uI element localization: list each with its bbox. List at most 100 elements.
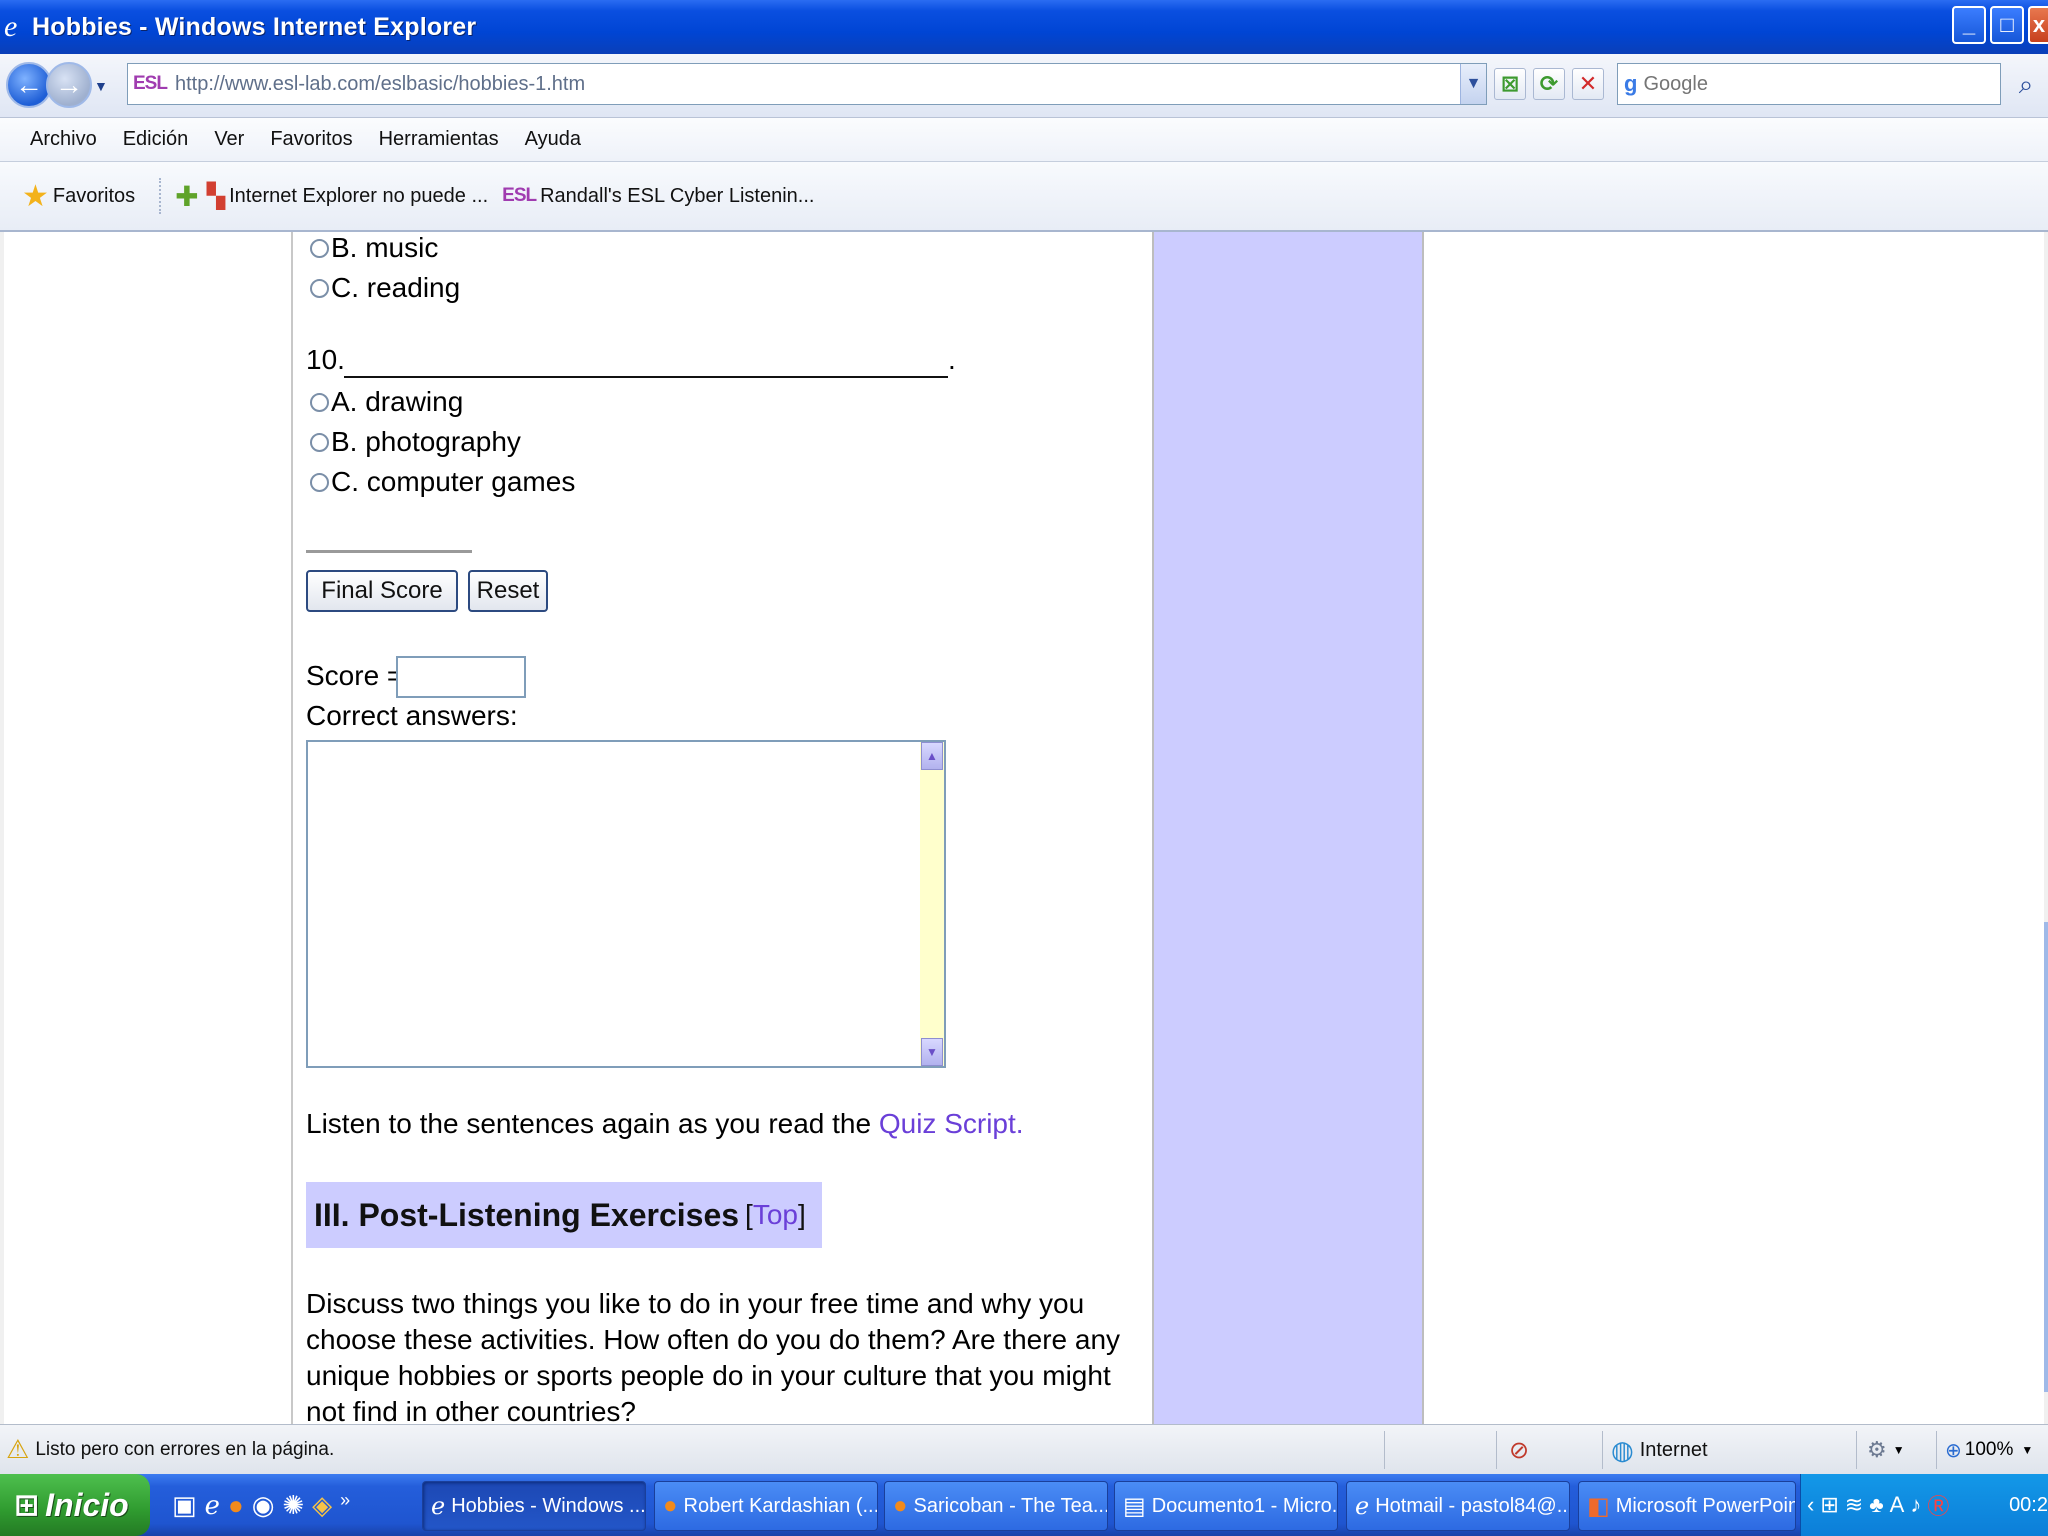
search-input[interactable] (1643, 72, 1964, 96)
favorite-page-icon: ▚ (206, 182, 226, 210)
refresh-icon[interactable]: ⟳ (1533, 68, 1565, 100)
start-button[interactable]: ⊞ Inicio (0, 1474, 150, 1536)
task-hobbies[interactable]: ℯ Hobbies - Windows ... (422, 1481, 646, 1531)
option-label: B. photography (331, 426, 521, 457)
option-label: C. computer games (331, 466, 576, 497)
listen-prefix: Listen to the sentences again as you rea… (306, 1108, 879, 1139)
powerpoint-task-icon: ◧ (1587, 1492, 1610, 1520)
quicklaunch-overflow-icon[interactable]: » (340, 1490, 350, 1521)
q9-option-b[interactable]: B. music (310, 232, 438, 264)
zoom-dropdown-icon[interactable]: ▼ (2021, 1443, 2033, 1457)
volume-icon[interactable]: ♪ (1910, 1492, 1921, 1518)
show-desktop-icon[interactable]: ▣ (172, 1490, 197, 1521)
task-label: Microsoft PowerPoin... (1615, 1494, 1796, 1517)
radio-button[interactable] (310, 432, 329, 452)
firefox-quicklaunch-icon[interactable]: ● (228, 1490, 244, 1521)
task-robert-kardashian[interactable]: ● Robert Kardashian (... (654, 1481, 878, 1531)
add-favorite-icon[interactable]: ✚ (175, 180, 198, 213)
messenger-icon[interactable]: ✺ (282, 1490, 304, 1521)
media-player-icon[interactable]: ◉ (252, 1490, 275, 1521)
navigation-bar: ← → ▼ ESL http://www.esl-lab.com/eslbasi… (0, 54, 2048, 118)
task-label: Hobbies - Windows ... (451, 1494, 646, 1517)
scroll-down-icon[interactable]: ▼ (921, 1038, 943, 1066)
minimize-button[interactable]: _ (1952, 6, 1986, 44)
radio-button[interactable] (310, 392, 329, 412)
task-label: Documento1 - Micro... (1151, 1494, 1338, 1517)
status-cell-protected[interactable]: ⚙ ▼ (1856, 1431, 1936, 1469)
option-label: C. reading (331, 272, 461, 303)
zoom-level[interactable]: 100% (1965, 1439, 2014, 1461)
warning-icon[interactable]: ⚠ (6, 1434, 29, 1465)
scroll-up-icon[interactable]: ▲ (921, 742, 943, 770)
reset-button[interactable]: Reset (468, 570, 548, 612)
q10-option-b[interactable]: B. photography (310, 426, 521, 458)
q9-option-c[interactable]: C. reading (310, 272, 460, 304)
score-field[interactable] (396, 656, 526, 698)
close-button[interactable]: x (2028, 6, 2048, 44)
maximize-button[interactable]: □ (1990, 6, 2024, 44)
reader-tray-icon[interactable]: Ⓡ (1927, 1489, 1949, 1521)
top-link-wrapper: [Top] (745, 1199, 806, 1231)
clock[interactable]: 00:2 (2009, 1494, 2048, 1517)
address-url[interactable]: http://www.esl-lab.com/eslbasic/hobbies-… (175, 73, 585, 96)
title-bar[interactable]: e Hobbies - Windows Internet Explorer _ … (0, 0, 2048, 54)
favorites-button-label[interactable]: Favoritos (53, 185, 135, 208)
menu-edicion[interactable]: Edición (121, 124, 191, 155)
antivirus-icon[interactable]: ♣ (1869, 1492, 1883, 1518)
favorite-link-randalls[interactable]: Randall's ESL Cyber Listenin... (540, 185, 814, 208)
menu-ayuda[interactable]: Ayuda (523, 124, 583, 155)
window-title: Hobbies - Windows Internet Explorer (32, 12, 477, 41)
globe-icon: ◍ (1611, 1434, 1634, 1465)
zoom-control[interactable]: ⊕ 100% ▼ (1936, 1431, 2048, 1469)
stop-icon[interactable]: ✕ (1572, 68, 1604, 100)
compatibility-view-icon[interactable]: ⊠ (1494, 68, 1526, 100)
task-documento1[interactable]: ▤ Documento1 - Micro... (1114, 1481, 1338, 1531)
menu-archivo[interactable]: Archivo (28, 124, 99, 155)
quiz-script-link[interactable]: Quiz Script. (879, 1108, 1024, 1139)
task-saricoban[interactable]: ● Saricoban - The Tea... (884, 1481, 1108, 1531)
windows-logo-icon: ⊞ (14, 1488, 40, 1522)
q10-option-c[interactable]: C. computer games (310, 466, 575, 498)
chevron-down-icon[interactable]: ▼ (1893, 1443, 1905, 1457)
radio-button[interactable] (310, 278, 329, 298)
wireless-icon[interactable]: ≋ (1845, 1492, 1863, 1518)
history-dropdown-icon[interactable]: ▼ (94, 78, 108, 94)
menu-favoritos[interactable]: Favoritos (268, 124, 354, 155)
menu-herramientas[interactable]: Herramientas (377, 124, 501, 155)
score-label: Score = (306, 660, 404, 691)
menu-ver[interactable]: Ver (212, 124, 246, 155)
horizontal-rule (306, 550, 472, 553)
tray-collapse-icon[interactable]: ‹ (1807, 1492, 1814, 1518)
ie-task-icon: ℯ (431, 1492, 446, 1520)
forward-arrow-icon: → (55, 69, 83, 100)
page-scrollbar-thumb[interactable] (2044, 922, 2048, 1392)
textarea-scrollbar[interactable]: ▲ ▼ (920, 742, 944, 1066)
discussion-paragraph: Discuss two things you like to do in you… (306, 1288, 1121, 1424)
favorite-link-ie-error[interactable]: Internet Explorer no puede ... (229, 185, 488, 208)
favorites-star-icon[interactable]: ★ (22, 179, 49, 214)
protected-mode-icon[interactable]: ⚙ (1867, 1437, 1887, 1463)
ie-quicklaunch-icon[interactable]: ℯ (205, 1490, 220, 1521)
privacy-report-icon[interactable]: ⊘ (1509, 1436, 1529, 1465)
page-viewport[interactable]: B. music C. reading 10. . A. drawing B. … (0, 232, 2048, 1424)
app-quicklaunch-icon[interactable]: ◈ (312, 1490, 332, 1521)
top-link[interactable]: Top (753, 1199, 798, 1230)
address-dropdown-icon[interactable]: ▼ (1460, 64, 1486, 104)
final-score-button[interactable]: Final Score (306, 570, 458, 612)
status-cell-zone: ◍ Internet (1602, 1431, 1856, 1469)
correct-answers-textarea[interactable]: ▲ ▼ (306, 740, 946, 1068)
radio-button[interactable] (310, 238, 329, 258)
task-powerpoint[interactable]: ◧ Microsoft PowerPoin... (1578, 1481, 1796, 1531)
q10-option-a[interactable]: A. drawing (310, 386, 463, 418)
status-cell-privacy[interactable]: ⊘ (1496, 1431, 1602, 1469)
section-heading: III. Post-Listening Exercises (314, 1196, 740, 1233)
radio-button[interactable] (310, 472, 329, 492)
font-tray-icon[interactable]: A (1890, 1492, 1905, 1518)
forward-button[interactable]: → (46, 62, 92, 108)
search-box[interactable]: g (1617, 63, 2001, 105)
network-icon[interactable]: ⊞ (1820, 1492, 1838, 1518)
search-icon[interactable]: ⌕ (2007, 65, 2045, 105)
task-hotmail[interactable]: ℯ Hotmail - pastol84@... (1346, 1481, 1570, 1531)
address-bar[interactable]: ESL http://www.esl-lab.com/eslbasic/hobb… (127, 63, 1487, 105)
firefox-task-icon: ● (663, 1492, 678, 1519)
